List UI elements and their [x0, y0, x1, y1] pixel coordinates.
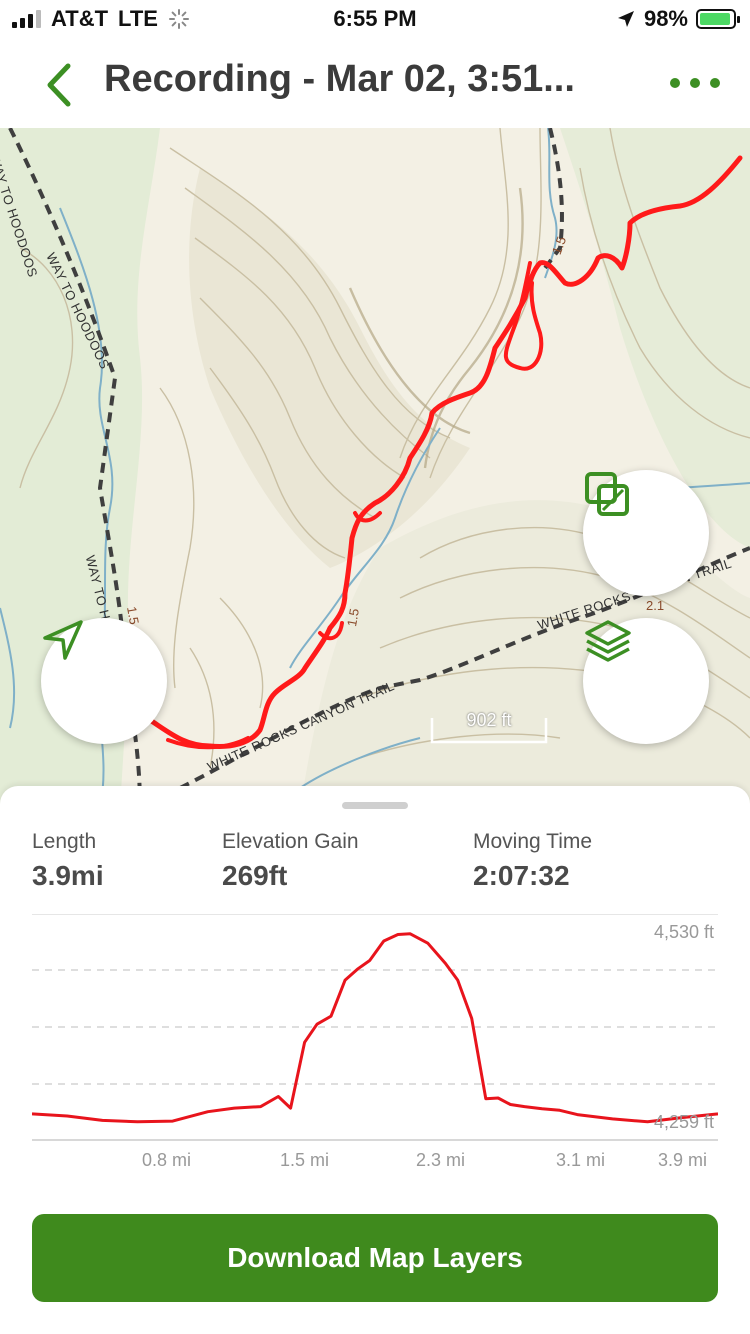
y-axis-min-label: 4,259 ft: [653, 1112, 714, 1132]
map-overlay-button[interactable]: [583, 470, 709, 596]
x-tick-label: 3.1 mi: [556, 1150, 606, 1170]
stat-moving-time-label: Moving Time: [473, 830, 593, 853]
map-layers-button[interactable]: [583, 618, 709, 744]
stat-length-label: Length: [32, 830, 97, 853]
location-arrow-icon: [617, 11, 634, 27]
stat-elevation-value: 269ft: [222, 860, 288, 891]
header: Recording - Mar 02, 3:51...: [0, 40, 750, 128]
layers-icon: [585, 620, 631, 662]
stat-length: Length 3.9mi: [32, 830, 104, 892]
map-scale-label: 902 ft: [466, 710, 512, 730]
stat-elevation-label: Elevation Gain: [222, 830, 359, 853]
stat-length-value: 3.9mi: [32, 860, 104, 891]
elevation-chart-svg: [32, 914, 718, 1141]
recording-details-sheet: Length 3.9mi Elevation Gain 269ft Moving…: [0, 786, 750, 1334]
x-tick-label: 3.9 mi: [658, 1150, 708, 1170]
y-axis-max-label: 4,530 ft: [653, 922, 714, 942]
x-tick-label: 2.3 mi: [416, 1150, 466, 1170]
more-dot-icon: [670, 78, 680, 88]
navigation-arrow-icon: [43, 620, 83, 660]
more-dot-icon: [690, 78, 700, 88]
map-view[interactable]: WAY TO HOODOOS WAY TO HOODOOS WAY TO H W…: [0, 128, 750, 808]
elevation-profile-chart[interactable]: 4,530 ft 4,259 ft 0.8 mi 1.5 mi 2.3 mi 3…: [32, 914, 718, 1184]
download-map-layers-button[interactable]: Download Map Layers: [32, 1214, 718, 1302]
status-right: 98%: [616, 6, 740, 32]
back-button[interactable]: [40, 60, 80, 110]
page-title: Recording - Mar 02, 3:51...: [104, 58, 575, 100]
mile-marker: 1.5: [344, 607, 362, 628]
x-tick-label: 1.5 mi: [280, 1150, 330, 1170]
more-options-button[interactable]: [670, 68, 720, 98]
stat-moving-time: Moving Time 2:07:32: [473, 830, 592, 892]
battery-percent: 98%: [643, 6, 688, 31]
sheet-drag-handle[interactable]: [342, 802, 408, 809]
locate-me-button[interactable]: [41, 618, 167, 744]
stat-moving-time-value: 2:07:32: [473, 860, 570, 891]
overlay-squares-icon: [585, 472, 629, 516]
chevron-left-icon: [47, 63, 71, 107]
stat-elevation-gain: Elevation Gain 269ft: [222, 830, 359, 892]
mile-marker: 2.1: [646, 598, 665, 613]
battery-icon: [696, 9, 740, 29]
elevation-series-line: [32, 932, 718, 1124]
more-dot-icon: [710, 78, 720, 88]
x-tick-label: 0.8 mi: [142, 1150, 192, 1170]
status-bar: AT&T LTE 6:55 PM 98%: [0, 0, 750, 40]
